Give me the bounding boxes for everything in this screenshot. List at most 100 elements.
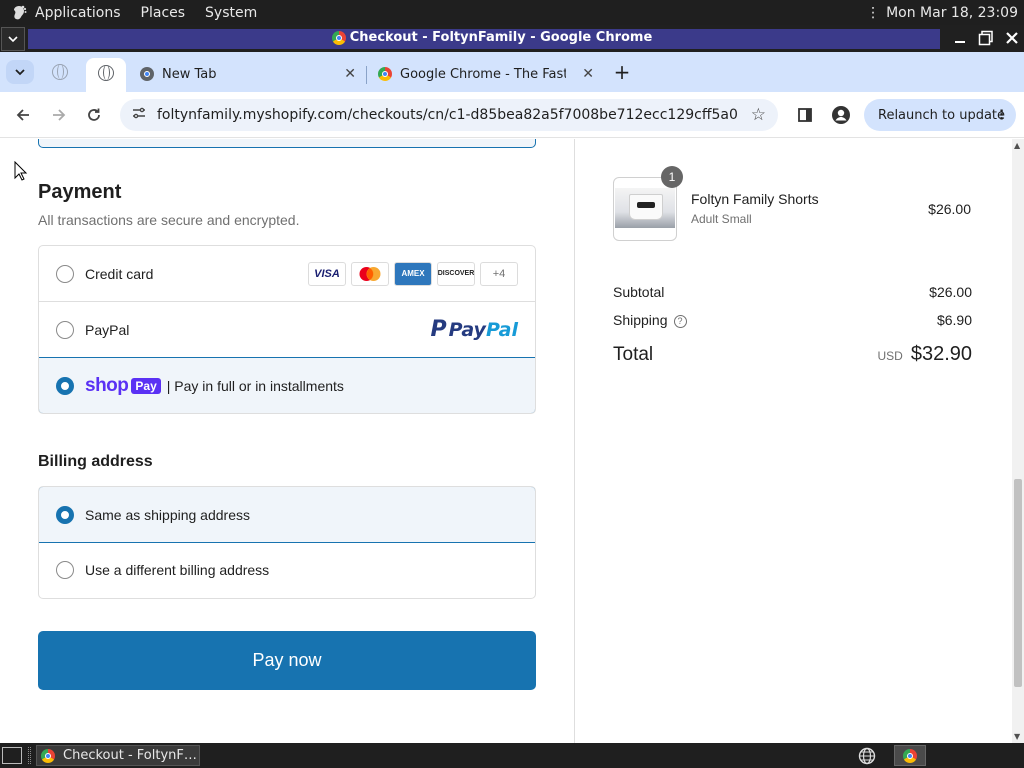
menu-places[interactable]: Places (141, 5, 186, 21)
chrome-icon (378, 67, 392, 81)
billing-option-same[interactable]: Same as shipping address (39, 487, 535, 543)
scroll-up-icon[interactable]: ▲ (1014, 141, 1020, 150)
product-variant: Adult Small (691, 212, 752, 226)
amex-icon: AMEX (394, 261, 432, 286)
radio-credit-card[interactable] (56, 264, 74, 283)
paypal-logo: P PayPal (430, 317, 518, 342)
payment-subtext: All transactions are secure and encrypte… (38, 212, 300, 228)
url-text[interactable]: foltynfamily.myshopify.com/checkouts/cn/… (157, 107, 738, 123)
chrome-icon (903, 748, 917, 763)
paypal-label: PayPal (85, 321, 130, 338)
taskbar-chrome-window[interactable]: Checkout - FoltynF… (36, 745, 200, 766)
shipping-value: $6.90 (936, 312, 972, 328)
side-panel-icon[interactable] (794, 104, 816, 126)
panel-dots-icon[interactable]: ⋮ (866, 5, 880, 21)
scroll-down-icon[interactable]: ▼ (1014, 732, 1020, 741)
relaunch-label: Relaunch to update (878, 107, 1006, 123)
order-summary: 1 Foltyn Family Shorts Adult Small $26.0… (574, 139, 1012, 743)
chrome-menu-icon[interactable]: ⋮ (995, 108, 1008, 123)
checkout-main: Payment All transactions are secure and … (0, 139, 574, 743)
menu-system[interactable]: System (205, 5, 257, 21)
profile-avatar-icon[interactable] (830, 104, 852, 126)
globe-icon (98, 65, 114, 81)
discover-icon: DISCOVER (437, 261, 475, 286)
payment-option-paypal[interactable]: PayPal P PayPal (39, 302, 535, 358)
window-titlebar: Checkout - FoltynFamily - Google Chrome (0, 25, 1024, 52)
mouse-cursor-icon (14, 161, 28, 181)
window-title: Checkout - FoltynFamily - Google Chrome (0, 30, 984, 45)
reload-icon[interactable] (83, 104, 105, 126)
maximize-icon[interactable] (976, 28, 996, 48)
product-price: $26.00 (928, 201, 971, 217)
show-desktop-icon[interactable] (2, 747, 22, 764)
billing-heading: Billing address (38, 453, 153, 470)
checkout-page: Payment All transactions are secure and … (0, 139, 1024, 743)
close-tab-icon[interactable]: ✕ (582, 66, 594, 82)
radio-shop-pay[interactable] (56, 376, 74, 395)
shop-pay-logo: shop Pay | Pay in full or in installment… (85, 375, 344, 397)
billing-option-different[interactable]: Use a different billing address (39, 542, 535, 598)
same-address-label: Same as shipping address (85, 506, 250, 523)
forward-arrow-icon[interactable] (48, 104, 70, 126)
menu-applications[interactable]: Applications (35, 5, 121, 21)
tab-google-chrome[interactable]: Google Chrome - The Fast & ✕ (378, 60, 594, 88)
shipping-label: Shipping (613, 312, 668, 328)
payment-options: Credit card VISA AMEX DISCOVER +4 PayPal… (38, 245, 536, 414)
tab-strip: New Tab ✕ Google Chrome - The Fast & ✕ + (0, 52, 1024, 92)
browser-toolbar: foltynfamily.myshopify.com/checkouts/cn/… (0, 92, 1024, 138)
window-title-text: Checkout - FoltynFamily - Google Chrome (349, 30, 653, 45)
previous-section-box (38, 139, 536, 148)
bookmark-star-icon[interactable]: ☆ (751, 105, 766, 125)
relaunch-update-button[interactable]: Relaunch to update ⋮ (864, 99, 1016, 131)
currency-code: USD (877, 349, 903, 363)
chrome-icon (140, 67, 154, 81)
address-bar[interactable]: foltynfamily.myshopify.com/checkouts/cn/… (120, 99, 778, 131)
shop-wordmark: shop (85, 374, 129, 396)
mastercard-icon (351, 261, 389, 286)
back-arrow-icon[interactable] (12, 104, 34, 126)
clock[interactable]: Mon Mar 18, 23:09 (886, 5, 1018, 21)
chrome-icon (331, 30, 346, 45)
billing-options: Same as shipping address Use a different… (38, 486, 536, 599)
total-value: $32.90 (910, 343, 972, 365)
page-scrollbar[interactable]: ▲ ▼ (1012, 139, 1024, 743)
payment-heading: Payment (38, 181, 122, 203)
tab-active-checkout[interactable] (86, 58, 126, 92)
pay-now-button[interactable]: Pay now (38, 631, 536, 690)
subtotal-row: Subtotal $26.00 (613, 284, 972, 300)
gnome-foot-icon[interactable] (8, 2, 30, 24)
close-tab-icon[interactable]: ✕ (344, 66, 356, 82)
product-name: Foltyn Family Shorts (691, 191, 819, 207)
minimize-icon[interactable] (950, 28, 970, 48)
radio-different-address[interactable] (56, 561, 74, 579)
tab-search-chevron-icon[interactable] (6, 60, 34, 84)
shop-pay-badge: Pay (131, 377, 161, 394)
new-tab-plus-icon[interactable]: + (612, 60, 632, 84)
task-label: Checkout - FoltynF… (63, 748, 197, 763)
tab-new-tab[interactable]: New Tab ✕ (140, 60, 356, 88)
different-address-label: Use a different billing address (85, 562, 270, 578)
pinned-tab-globe[interactable] (50, 62, 70, 82)
radio-paypal[interactable] (56, 320, 74, 339)
site-settings-icon[interactable] (132, 106, 148, 124)
chrome-icon (41, 748, 55, 763)
taskbar-separator (28, 747, 31, 764)
subtotal-value: $26.00 (929, 284, 972, 300)
network-icon[interactable] (856, 746, 878, 766)
radio-same-address[interactable] (56, 505, 74, 524)
payment-option-credit-card[interactable]: Credit card VISA AMEX DISCOVER +4 (39, 246, 535, 302)
total-label: Total (613, 344, 654, 365)
close-window-icon[interactable] (1002, 28, 1022, 48)
shorts-image (615, 188, 675, 228)
top-panel: Applications Places System ⋮ Mon Mar 18,… (0, 0, 1024, 25)
scrollbar-thumb[interactable] (1014, 479, 1022, 687)
shipping-info-icon[interactable]: ? (673, 314, 687, 328)
credit-card-label: Credit card (85, 265, 154, 282)
card-brands: VISA AMEX DISCOVER +4 (308, 261, 518, 286)
tray-chrome-icon[interactable] (894, 745, 926, 766)
globe-icon (52, 64, 68, 80)
subtotal-label: Subtotal (613, 284, 665, 300)
tab-label: Google Chrome - The Fast & (400, 66, 566, 82)
payment-option-shop-pay[interactable]: shop Pay | Pay in full or in installment… (39, 357, 535, 413)
bottom-taskbar: Checkout - FoltynF… (0, 743, 1024, 768)
